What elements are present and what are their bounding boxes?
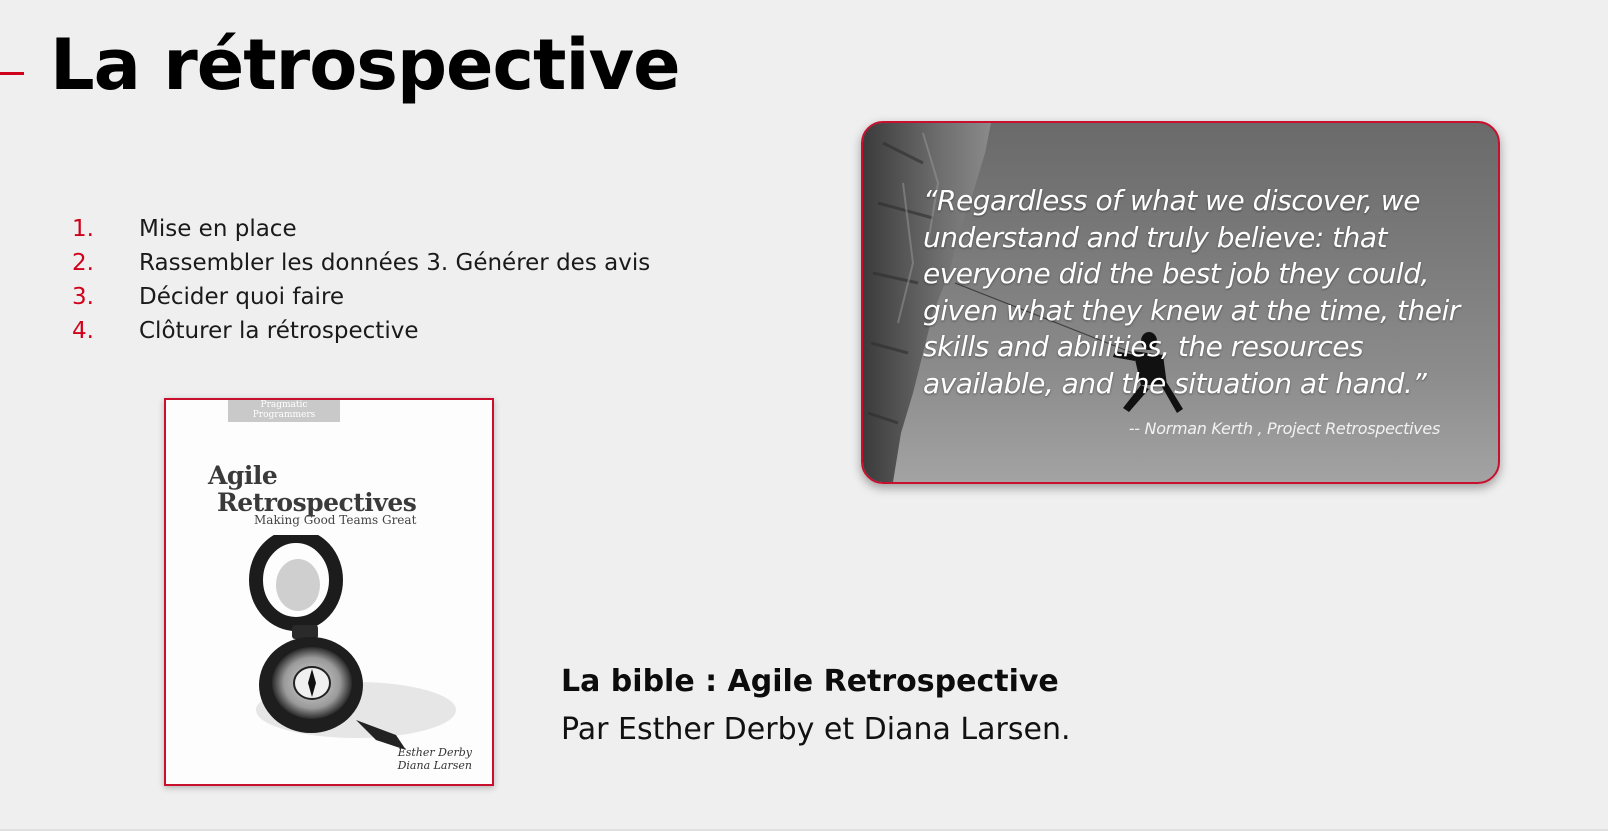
book-author: Diana Larsen <box>397 759 472 772</box>
title-accent-bar <box>0 72 24 75</box>
bible-title: La bible : Agile Retrospective <box>561 664 1059 699</box>
publisher-banner: Pragmatic Programmers <box>228 400 340 422</box>
book-cover-image: Pragmatic Programmers Agile Retrospectiv… <box>164 398 494 786</box>
step-text: Clôturer la rétrospective <box>139 318 419 344</box>
step-number: 3. <box>72 284 94 310</box>
quote-card: “Regardless of what we discover, we unde… <box>861 121 1500 484</box>
quote-text: “Regardless of what we discover, we unde… <box>923 184 1460 400</box>
book-title-line2: Retrospectives <box>217 488 417 517</box>
slide-title: La rétrospective <box>50 24 681 106</box>
bible-authors: Par Esther Derby et Diana Larsen. <box>561 712 1071 747</box>
book-title: Agile Retrospectives <box>208 461 417 517</box>
step-text: Décider quoi faire <box>139 284 345 310</box>
step-number: 2. <box>72 250 94 276</box>
quote-attribution: -- Norman Kerth , Project Retrospectives <box>1128 419 1440 438</box>
book-subtitle: Making Good Teams Great <box>254 513 417 527</box>
step-text: Mise en place <box>139 216 297 242</box>
compass-icon <box>249 535 456 750</box>
step-number: 1. <box>72 216 94 242</box>
book-title-line1: Agile <box>208 461 278 490</box>
step-text: Rassembler les données 3. Générer des av… <box>139 250 651 276</box>
book-authors: Esther Derby Diana Larsen <box>398 746 472 772</box>
step-number: 4. <box>72 318 94 344</box>
book-author: Esther Derby <box>397 746 472 759</box>
